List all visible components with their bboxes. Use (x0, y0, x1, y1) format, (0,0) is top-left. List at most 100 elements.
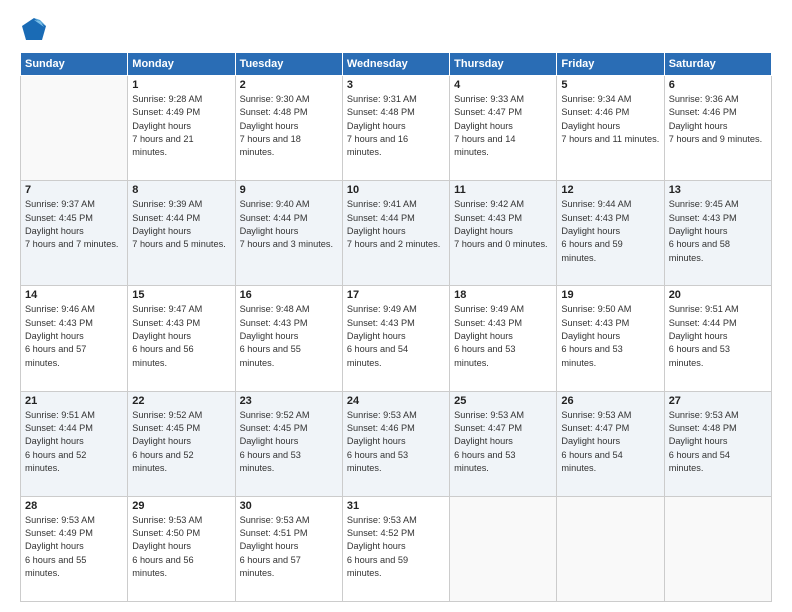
day-cell (450, 496, 557, 601)
day-cell: 4 Sunrise: 9:33 AM Sunset: 4:47 PM Dayli… (450, 76, 557, 181)
day-number: 13 (669, 184, 767, 196)
day-number: 14 (25, 289, 123, 301)
day-info: Sunrise: 9:53 AM Sunset: 4:46 PM Dayligh… (347, 409, 445, 476)
day-info: Sunrise: 9:46 AM Sunset: 4:43 PM Dayligh… (25, 303, 123, 370)
day-info: Sunrise: 9:34 AM Sunset: 4:46 PM Dayligh… (561, 93, 659, 146)
day-cell: 28 Sunrise: 9:53 AM Sunset: 4:49 PM Dayl… (21, 496, 128, 601)
weekday-monday: Monday (128, 53, 235, 76)
day-cell: 15 Sunrise: 9:47 AM Sunset: 4:43 PM Dayl… (128, 286, 235, 391)
weekday-header-row: SundayMondayTuesdayWednesdayThursdayFrid… (21, 53, 772, 76)
week-row-5: 28 Sunrise: 9:53 AM Sunset: 4:49 PM Dayl… (21, 496, 772, 601)
day-cell: 13 Sunrise: 9:45 AM Sunset: 4:43 PM Dayl… (664, 181, 771, 286)
weekday-tuesday: Tuesday (235, 53, 342, 76)
day-cell: 1 Sunrise: 9:28 AM Sunset: 4:49 PM Dayli… (128, 76, 235, 181)
day-info: Sunrise: 9:52 AM Sunset: 4:45 PM Dayligh… (240, 409, 338, 476)
day-number: 11 (454, 184, 552, 196)
day-cell (21, 76, 128, 181)
day-info: Sunrise: 9:53 AM Sunset: 4:48 PM Dayligh… (669, 409, 767, 476)
day-number: 9 (240, 184, 338, 196)
day-cell (557, 496, 664, 601)
day-cell: 22 Sunrise: 9:52 AM Sunset: 4:45 PM Dayl… (128, 391, 235, 496)
week-row-2: 7 Sunrise: 9:37 AM Sunset: 4:45 PM Dayli… (21, 181, 772, 286)
day-cell: 12 Sunrise: 9:44 AM Sunset: 4:43 PM Dayl… (557, 181, 664, 286)
day-number: 31 (347, 500, 445, 512)
day-number: 7 (25, 184, 123, 196)
day-cell: 6 Sunrise: 9:36 AM Sunset: 4:46 PM Dayli… (664, 76, 771, 181)
day-number: 8 (132, 184, 230, 196)
day-info: Sunrise: 9:51 AM Sunset: 4:44 PM Dayligh… (25, 409, 123, 476)
day-number: 24 (347, 395, 445, 407)
day-cell: 27 Sunrise: 9:53 AM Sunset: 4:48 PM Dayl… (664, 391, 771, 496)
logo (20, 16, 52, 44)
day-number: 20 (669, 289, 767, 301)
weekday-sunday: Sunday (21, 53, 128, 76)
week-row-1: 1 Sunrise: 9:28 AM Sunset: 4:49 PM Dayli… (21, 76, 772, 181)
day-number: 17 (347, 289, 445, 301)
day-cell: 5 Sunrise: 9:34 AM Sunset: 4:46 PM Dayli… (557, 76, 664, 181)
weekday-saturday: Saturday (664, 53, 771, 76)
day-number: 3 (347, 79, 445, 91)
day-cell: 14 Sunrise: 9:46 AM Sunset: 4:43 PM Dayl… (21, 286, 128, 391)
day-cell: 24 Sunrise: 9:53 AM Sunset: 4:46 PM Dayl… (342, 391, 449, 496)
weekday-wednesday: Wednesday (342, 53, 449, 76)
day-cell: 26 Sunrise: 9:53 AM Sunset: 4:47 PM Dayl… (557, 391, 664, 496)
day-cell: 31 Sunrise: 9:53 AM Sunset: 4:52 PM Dayl… (342, 496, 449, 601)
day-number: 29 (132, 500, 230, 512)
day-number: 18 (454, 289, 552, 301)
day-number: 30 (240, 500, 338, 512)
day-cell: 21 Sunrise: 9:51 AM Sunset: 4:44 PM Dayl… (21, 391, 128, 496)
day-cell: 9 Sunrise: 9:40 AM Sunset: 4:44 PM Dayli… (235, 181, 342, 286)
day-info: Sunrise: 9:49 AM Sunset: 4:43 PM Dayligh… (347, 303, 445, 370)
day-number: 23 (240, 395, 338, 407)
day-info: Sunrise: 9:40 AM Sunset: 4:44 PM Dayligh… (240, 198, 338, 251)
day-info: Sunrise: 9:52 AM Sunset: 4:45 PM Dayligh… (132, 409, 230, 476)
day-cell: 19 Sunrise: 9:50 AM Sunset: 4:43 PM Dayl… (557, 286, 664, 391)
header (20, 16, 772, 44)
day-info: Sunrise: 9:53 AM Sunset: 4:47 PM Dayligh… (454, 409, 552, 476)
week-row-4: 21 Sunrise: 9:51 AM Sunset: 4:44 PM Dayl… (21, 391, 772, 496)
day-number: 19 (561, 289, 659, 301)
day-info: Sunrise: 9:39 AM Sunset: 4:44 PM Dayligh… (132, 198, 230, 251)
day-cell: 3 Sunrise: 9:31 AM Sunset: 4:48 PM Dayli… (342, 76, 449, 181)
day-info: Sunrise: 9:28 AM Sunset: 4:49 PM Dayligh… (132, 93, 230, 160)
weekday-friday: Friday (557, 53, 664, 76)
day-number: 2 (240, 79, 338, 91)
day-info: Sunrise: 9:53 AM Sunset: 4:51 PM Dayligh… (240, 514, 338, 581)
day-info: Sunrise: 9:30 AM Sunset: 4:48 PM Dayligh… (240, 93, 338, 160)
day-info: Sunrise: 9:36 AM Sunset: 4:46 PM Dayligh… (669, 93, 767, 146)
calendar-table: SundayMondayTuesdayWednesdayThursdayFrid… (20, 52, 772, 602)
day-cell: 2 Sunrise: 9:30 AM Sunset: 4:48 PM Dayli… (235, 76, 342, 181)
day-number: 12 (561, 184, 659, 196)
day-info: Sunrise: 9:53 AM Sunset: 4:49 PM Dayligh… (25, 514, 123, 581)
day-info: Sunrise: 9:45 AM Sunset: 4:43 PM Dayligh… (669, 198, 767, 265)
day-info: Sunrise: 9:51 AM Sunset: 4:44 PM Dayligh… (669, 303, 767, 370)
day-cell: 10 Sunrise: 9:41 AM Sunset: 4:44 PM Dayl… (342, 181, 449, 286)
day-info: Sunrise: 9:53 AM Sunset: 4:47 PM Dayligh… (561, 409, 659, 476)
day-info: Sunrise: 9:53 AM Sunset: 4:52 PM Dayligh… (347, 514, 445, 581)
day-cell: 23 Sunrise: 9:52 AM Sunset: 4:45 PM Dayl… (235, 391, 342, 496)
day-number: 22 (132, 395, 230, 407)
weekday-thursday: Thursday (450, 53, 557, 76)
day-cell: 16 Sunrise: 9:48 AM Sunset: 4:43 PM Dayl… (235, 286, 342, 391)
day-cell: 25 Sunrise: 9:53 AM Sunset: 4:47 PM Dayl… (450, 391, 557, 496)
day-info: Sunrise: 9:41 AM Sunset: 4:44 PM Dayligh… (347, 198, 445, 251)
day-cell (664, 496, 771, 601)
day-info: Sunrise: 9:50 AM Sunset: 4:43 PM Dayligh… (561, 303, 659, 370)
day-number: 5 (561, 79, 659, 91)
day-number: 1 (132, 79, 230, 91)
day-info: Sunrise: 9:49 AM Sunset: 4:43 PM Dayligh… (454, 303, 552, 370)
day-cell: 11 Sunrise: 9:42 AM Sunset: 4:43 PM Dayl… (450, 181, 557, 286)
day-number: 21 (25, 395, 123, 407)
day-number: 27 (669, 395, 767, 407)
day-cell: 18 Sunrise: 9:49 AM Sunset: 4:43 PM Dayl… (450, 286, 557, 391)
page: SundayMondayTuesdayWednesdayThursdayFrid… (0, 0, 792, 612)
week-row-3: 14 Sunrise: 9:46 AM Sunset: 4:43 PM Dayl… (21, 286, 772, 391)
day-info: Sunrise: 9:53 AM Sunset: 4:50 PM Dayligh… (132, 514, 230, 581)
logo-icon (20, 16, 48, 44)
day-number: 16 (240, 289, 338, 301)
day-info: Sunrise: 9:37 AM Sunset: 4:45 PM Dayligh… (25, 198, 123, 251)
day-info: Sunrise: 9:31 AM Sunset: 4:48 PM Dayligh… (347, 93, 445, 160)
day-cell: 7 Sunrise: 9:37 AM Sunset: 4:45 PM Dayli… (21, 181, 128, 286)
day-cell: 8 Sunrise: 9:39 AM Sunset: 4:44 PM Dayli… (128, 181, 235, 286)
day-number: 26 (561, 395, 659, 407)
